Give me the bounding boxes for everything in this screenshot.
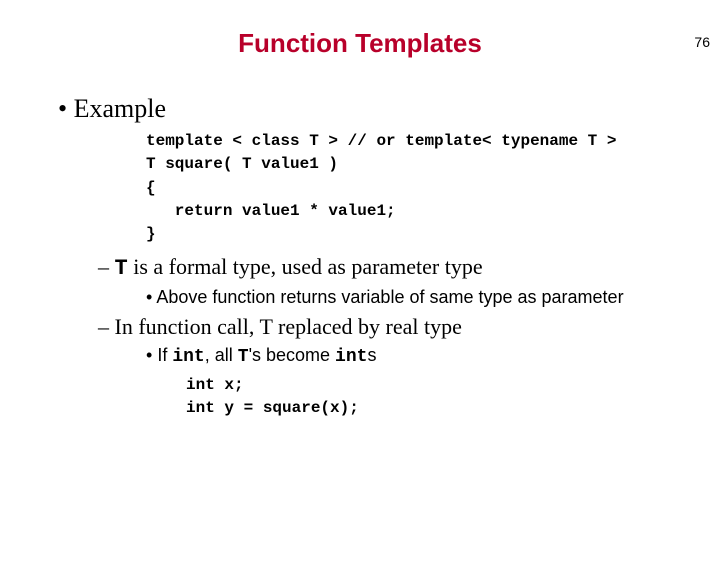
sub-bullet-returns: Above function returns variable of same …	[146, 287, 700, 309]
dash-formal-type-text: is a formal type, used as parameter type	[128, 254, 483, 279]
slide-content: Example template < class T > // or templ…	[58, 93, 700, 420]
code-block-usage: int x; int y = square(x);	[186, 374, 700, 420]
sub2-part-c: , all	[205, 345, 238, 365]
inline-code-int1: int	[172, 347, 204, 367]
code-block-template: template < class T > // or template< typ…	[146, 130, 700, 246]
bullet-example: Example	[58, 93, 700, 124]
dash-function-call: In function call, T replaced by real typ…	[98, 314, 700, 340]
inline-code-int2: int	[335, 347, 367, 367]
slide-title: Function Templates	[0, 28, 720, 59]
sub-bullet-if-int: If int, all T's become ints	[146, 345, 700, 369]
inline-code-T: T	[115, 256, 128, 281]
sub2-part-e: 's become	[249, 345, 335, 365]
sub2-part-g: s	[367, 345, 376, 365]
inline-code-T2: T	[238, 347, 249, 367]
page-number: 76	[694, 34, 710, 50]
dash-formal-type: T is a formal type, used as parameter ty…	[98, 254, 700, 282]
sub2-part-a: If	[157, 345, 172, 365]
